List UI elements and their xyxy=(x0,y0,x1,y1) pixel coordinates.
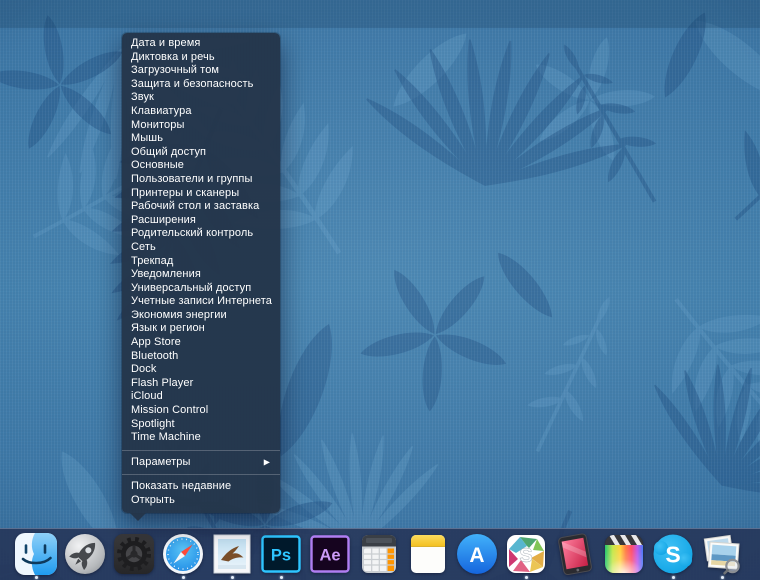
running-indicator xyxy=(279,576,283,579)
running-indicator xyxy=(720,576,724,579)
running-indicator xyxy=(181,576,185,579)
final-cut-clapperboard-icon xyxy=(605,535,643,573)
menu-item[interactable]: Показать недавние xyxy=(122,480,280,494)
dock: Ps Ae A S S xyxy=(0,528,760,580)
menu-item[interactable]: Язык и регион xyxy=(122,322,280,336)
menu-item[interactable]: Flash Player xyxy=(122,377,280,391)
menu-separator xyxy=(122,474,280,476)
finder-icon xyxy=(15,533,57,575)
context-menu-pane-list: Дата и время Диктовка и речь Загрузочный т… xyxy=(122,37,280,445)
tablet-device-icon xyxy=(558,533,592,576)
menu-item[interactable]: Дата и время xyxy=(122,37,280,51)
desktop: Дата и время Диктовка и речь Загрузочный т… xyxy=(0,0,760,580)
menu-item[interactable]: Уведомления xyxy=(122,268,280,282)
menu-item[interactable]: Открыть xyxy=(122,494,280,508)
running-indicator xyxy=(524,576,528,579)
notes-icon xyxy=(411,535,445,573)
dock-item-photoshop[interactable]: Ps xyxy=(259,532,303,580)
menu-item[interactable]: Общий доступ xyxy=(122,146,280,160)
menu-item[interactable]: Экономия энергии xyxy=(122,309,280,323)
menu-item[interactable]: Рабочий стол и заставка xyxy=(122,200,280,214)
dock-item-calculator[interactable] xyxy=(357,532,401,580)
dock-item-mail[interactable] xyxy=(210,532,254,580)
menu-item[interactable]: Bluetooth xyxy=(122,350,280,364)
preview-photos-loupe-icon xyxy=(703,534,740,575)
menu-item[interactable]: Мышь xyxy=(122,132,280,146)
dock-item-final-cut-pro[interactable] xyxy=(602,532,646,580)
dock-item-after-effects[interactable]: Ae xyxy=(308,532,352,580)
system-preferences-gear-icon xyxy=(114,534,154,574)
dock-item-safari[interactable] xyxy=(161,532,205,580)
menu-item[interactable]: Клавиатура xyxy=(122,105,280,119)
safari-compass-icon xyxy=(163,534,203,574)
menu-pointer-tail xyxy=(130,512,146,521)
menu-item[interactable]: Принтеры и сканеры xyxy=(122,187,280,201)
dock-item-launchpad[interactable] xyxy=(63,532,107,580)
options-label: Параметры xyxy=(131,455,191,468)
dock-item-finder[interactable] xyxy=(14,532,58,580)
menu-item-options[interactable]: Параметры ▶ xyxy=(122,456,280,470)
wallpaper-leaf-pattern xyxy=(0,0,760,580)
launchpad-rocket-icon xyxy=(65,534,105,574)
mail-stamp-icon xyxy=(213,534,251,574)
menu-item[interactable]: Трекпад xyxy=(122,255,280,269)
menu-item[interactable]: Spotlight xyxy=(122,418,280,432)
menu-item[interactable]: iCloud xyxy=(122,390,280,404)
skype-letter: S xyxy=(665,542,680,568)
running-indicator xyxy=(34,576,38,579)
menu-item[interactable]: App Store xyxy=(122,336,280,350)
running-indicator xyxy=(230,576,234,579)
menu-item[interactable]: Мониторы xyxy=(122,119,280,133)
app-store-letter: A xyxy=(469,544,484,567)
menu-item[interactable]: Учетные записи Интернета xyxy=(122,295,280,309)
menu-item[interactable]: Универсальный доступ xyxy=(122,282,280,296)
slack-letter: S xyxy=(519,545,532,567)
running-indicator xyxy=(671,576,675,579)
after-effects-letters: Ae xyxy=(319,547,340,565)
after-effects-ae-icon: Ae xyxy=(310,535,350,573)
skype-icon: S xyxy=(653,534,693,574)
dock-item-preview[interactable] xyxy=(700,532,744,580)
photoshop-ps-icon: Ps xyxy=(261,535,301,573)
calculator-icon xyxy=(362,535,396,573)
context-menu-footer-list: Показать недавние Открыть xyxy=(122,480,280,507)
app-store-icon: A xyxy=(457,534,497,574)
slack-icon: S xyxy=(507,535,545,573)
dock-item-tablet-app[interactable] xyxy=(553,532,597,580)
menu-item[interactable]: Родительский контроль xyxy=(122,227,280,241)
submenu-arrow-icon: ▶ xyxy=(263,457,270,467)
photoshop-letters: Ps xyxy=(271,547,291,565)
dock-item-app-store[interactable]: A xyxy=(455,532,499,580)
menu-item[interactable]: Диктовка и речь xyxy=(122,51,280,65)
menu-item[interactable]: Звук xyxy=(122,91,280,105)
menu-item[interactable]: Dock xyxy=(122,363,280,377)
menu-item[interactable]: Time Machine xyxy=(122,431,280,445)
menu-item[interactable]: Пользователи и группы xyxy=(122,173,280,187)
dock-item-notes[interactable] xyxy=(406,532,450,580)
dock-context-menu: Дата и время Диктовка и речь Загрузочный т… xyxy=(122,33,280,521)
dock-item-slack[interactable]: S xyxy=(504,532,548,580)
menu-item[interactable]: Загрузочный том xyxy=(122,64,280,78)
menu-item[interactable]: Основные xyxy=(122,159,280,173)
menu-item[interactable]: Сеть xyxy=(122,241,280,255)
menu-item[interactable]: Mission Control xyxy=(122,404,280,418)
menu-separator xyxy=(122,449,280,451)
dock-item-skype[interactable]: S xyxy=(651,532,695,580)
menu-item[interactable]: Расширения xyxy=(122,214,280,228)
dock-item-system-preferences[interactable] xyxy=(112,532,156,580)
menu-item[interactable]: Защита и безопасность xyxy=(122,78,280,92)
